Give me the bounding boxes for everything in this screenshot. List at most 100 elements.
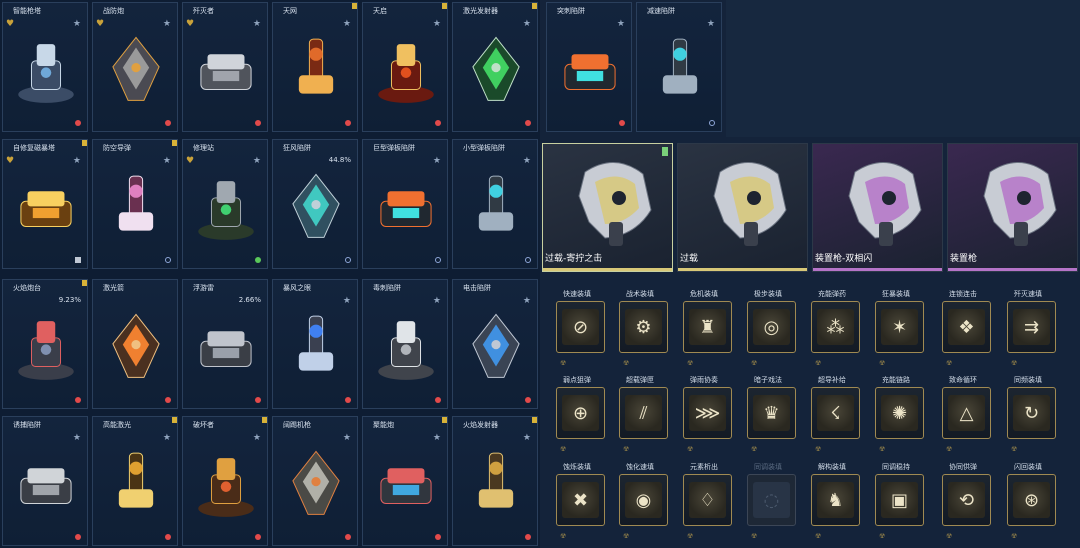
turret-card[interactable]: 破坏者 ★ bbox=[182, 416, 268, 546]
turret-card[interactable]: 电击陷阱 ★ bbox=[452, 279, 538, 409]
module-slot[interactable]: 同调稳持 ▣ ☢ bbox=[873, 462, 936, 544]
star-icon: ★ bbox=[522, 296, 531, 306]
module-slot[interactable]: 狂暴装填 ✶ ☢ bbox=[873, 289, 936, 371]
module-icon: ⫽ bbox=[625, 395, 662, 431]
module-slot[interactable]: 致命循环 △ ☢ bbox=[940, 375, 1003, 457]
turret-card[interactable]: 战防炮 ♥ ★ bbox=[92, 2, 178, 132]
star-icon: ★ bbox=[522, 156, 531, 166]
module-slot[interactable]: 快速装填 ⊘ ☢ bbox=[554, 289, 617, 371]
module-name: 危机装填 bbox=[690, 290, 718, 298]
module-name: 蚀烁装填 bbox=[563, 463, 591, 471]
module-icon: ❖ bbox=[948, 309, 985, 345]
module-slot[interactable]: 闪回装填 ⊛ ☢ bbox=[1005, 462, 1068, 544]
module-icon: ⁂ bbox=[817, 309, 854, 345]
turret-card[interactable]: 高能激光 ★ bbox=[92, 416, 178, 546]
turret-card[interactable]: 诱捕陷阱 ★ bbox=[2, 416, 88, 546]
module-slot[interactable]: 充能链路 ✺ ☢ bbox=[873, 375, 936, 457]
turret-card[interactable]: 小型弹板陷阱 ★ bbox=[452, 139, 538, 269]
turret-name: 火焰炮台 bbox=[13, 284, 41, 292]
module-slot[interactable]: 协同供弹 ⟲ ☢ bbox=[940, 462, 1003, 544]
module-slot[interactable]: 弹雨协奏 ⋙ ☢ bbox=[681, 375, 744, 457]
star-icon: ★ bbox=[162, 433, 171, 443]
module-card: ⟲ bbox=[942, 474, 991, 526]
element-type-icon bbox=[75, 534, 81, 540]
element-type-icon bbox=[345, 120, 351, 126]
module-name: 协同供弹 bbox=[949, 463, 977, 471]
module-type-icon: ☢ bbox=[1011, 445, 1018, 453]
weapon-card[interactable]: 过载 bbox=[677, 143, 808, 272]
turret-card[interactable]: 火焰炮台 9.23% bbox=[2, 279, 88, 409]
turret-card[interactable]: 防空导弹 ★ bbox=[92, 139, 178, 269]
module-icon: ⇉ bbox=[1013, 309, 1050, 345]
turret-card[interactable]: 天启 ★ bbox=[362, 2, 448, 132]
module-slot[interactable]: 同调装填 ◌ ☢ bbox=[745, 462, 808, 544]
turret-card[interactable]: 激光箭 bbox=[92, 279, 178, 409]
module-icon: ⊕ bbox=[562, 395, 599, 431]
module-type-icon: ☢ bbox=[946, 445, 953, 453]
weapon-card[interactable]: 装置枪 bbox=[947, 143, 1078, 272]
turret-image bbox=[13, 29, 79, 113]
turret-card[interactable]: 暴风之眼 ★ bbox=[272, 279, 358, 409]
turret-card[interactable]: 歼灭者 ♥ ★ bbox=[182, 2, 268, 132]
turret-card[interactable]: 激光发射器 ★ bbox=[452, 2, 538, 132]
turret-card[interactable]: 毒刺陷阱 ★ bbox=[362, 279, 448, 409]
turret-name: 修理站 bbox=[193, 144, 214, 152]
module-slot[interactable]: 危机装填 ♜ ☢ bbox=[681, 289, 744, 371]
star-icon: ★ bbox=[162, 19, 171, 29]
turret-card[interactable]: 聚能炮 ★ bbox=[362, 416, 448, 546]
turret-image bbox=[103, 29, 169, 113]
turret-name: 防空导弹 bbox=[103, 144, 131, 152]
turret-grid-panel: 智能枪塔 ♥ ★ 战防炮 ♥ ★ 歼灭者 ♥ ★ 天网 ★ 天启 ★ 激光发射器 ★ 自修复磁暴塔… bbox=[0, 0, 540, 548]
rarity-corner-icon bbox=[82, 280, 87, 286]
turret-card[interactable]: 阔踢机枪 ★ bbox=[272, 416, 358, 546]
module-type-icon: ☢ bbox=[946, 532, 953, 540]
turret-card[interactable]: 狂风陷阱 44.8% bbox=[272, 139, 358, 269]
module-name: 解构装填 bbox=[818, 463, 846, 471]
turret-name: 暴风之眼 bbox=[283, 284, 311, 292]
module-slot[interactable]: 元素析出 ♢ ☢ bbox=[681, 462, 744, 544]
rarity-bar bbox=[543, 268, 672, 271]
module-slot[interactable]: 解构装填 ♞ ☢ bbox=[809, 462, 872, 544]
module-slot[interactable]: 蚀烁装填 ✖ ☢ bbox=[554, 462, 617, 544]
module-name: 快速装填 bbox=[563, 290, 591, 298]
trap-card[interactable]: 突刺陷阱 ★ bbox=[546, 2, 632, 132]
turret-card[interactable]: 火焰发射器 ★ bbox=[452, 416, 538, 546]
turret-card[interactable]: 天网 ★ bbox=[272, 2, 358, 132]
turret-card[interactable]: 智能枪塔 ♥ ★ bbox=[2, 2, 88, 132]
weapon-card[interactable]: 过载-寄拧之击 bbox=[542, 143, 673, 272]
element-type-icon bbox=[75, 120, 81, 126]
module-slot[interactable]: 超导补给 ☇ ☢ bbox=[809, 375, 872, 457]
element-type-icon bbox=[435, 120, 441, 126]
trap-card[interactable]: 减速陷阱 ★ bbox=[636, 2, 722, 132]
turret-name: 浮游雷 bbox=[193, 284, 214, 292]
module-slot[interactable]: 充能弹药 ⁂ ☢ bbox=[809, 289, 872, 371]
module-icon: ⋙ bbox=[689, 395, 726, 431]
module-card: ⫽ bbox=[619, 387, 668, 439]
module-type-icon: ☢ bbox=[1011, 359, 1018, 367]
weapon-card[interactable]: 装置枪-双相闪 bbox=[812, 143, 943, 272]
module-slot[interactable]: 弱点狙弹 ⊕ ☢ bbox=[554, 375, 617, 457]
module-slot[interactable]: 同频装填 ↻ ☢ bbox=[1005, 375, 1068, 457]
module-slot[interactable]: 极步装填 ◎ ☢ bbox=[745, 289, 808, 371]
module-slot[interactable]: 蚀化速填 ◉ ☢ bbox=[617, 462, 680, 544]
module-icon: ⚙ bbox=[625, 309, 662, 345]
turret-card[interactable]: 自修复磁暴塔 ♥ ★ bbox=[2, 139, 88, 269]
module-slot[interactable]: 连锁连击 ❖ ☢ bbox=[940, 289, 1003, 371]
turret-card[interactable]: 巨型弹板陷阱 ★ bbox=[362, 139, 448, 269]
rarity-bar bbox=[948, 268, 1077, 271]
turret-card[interactable]: 浮游雷 2.66% bbox=[182, 279, 268, 409]
star-icon: ★ bbox=[522, 19, 531, 29]
star-icon: ★ bbox=[342, 19, 351, 29]
module-slot[interactable]: 歼灭速填 ⇉ ☢ bbox=[1005, 289, 1068, 371]
heart-icon: ♥ bbox=[6, 19, 15, 29]
element-type-icon bbox=[435, 397, 441, 403]
turret-image bbox=[283, 443, 349, 527]
turret-name: 阔踢机枪 bbox=[283, 421, 311, 429]
turret-image bbox=[13, 306, 79, 390]
module-slot[interactable]: 战术装填 ⚙ ☢ bbox=[617, 289, 680, 371]
module-type-icon: ☢ bbox=[560, 445, 567, 453]
star-icon: ★ bbox=[432, 19, 441, 29]
module-slot[interactable]: 超载弹匣 ⫽ ☢ bbox=[617, 375, 680, 457]
turret-card[interactable]: 修理站 ♥ ★ bbox=[182, 139, 268, 269]
module-slot[interactable]: 暗子戏法 ♛ ☢ bbox=[745, 375, 808, 457]
